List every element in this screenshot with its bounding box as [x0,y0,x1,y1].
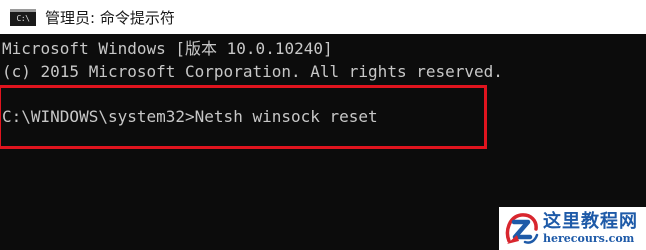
watermark-logo-icon [505,212,539,244]
watermark-url: herecours.com [543,232,635,245]
command-prompt-window: C:\ 管理员: 命令提示符 Microsoft Windows [版本 10.… [0,0,646,250]
console-line-copyright: (c) 2015 Microsoft Corporation. All righ… [2,62,503,81]
window-title: 管理员: 命令提示符 [45,8,175,27]
console-line-version: Microsoft Windows [版本 10.0.10240] [2,39,333,58]
command-highlight-box [0,85,487,149]
watermark-title: 这里教程网 [543,211,638,232]
title-bar[interactable]: C:\ 管理员: 命令提示符 [0,0,646,34]
console-app-icon[interactable]: C:\ [10,8,36,26]
watermark: 这里教程网 herecours.com [499,207,646,250]
